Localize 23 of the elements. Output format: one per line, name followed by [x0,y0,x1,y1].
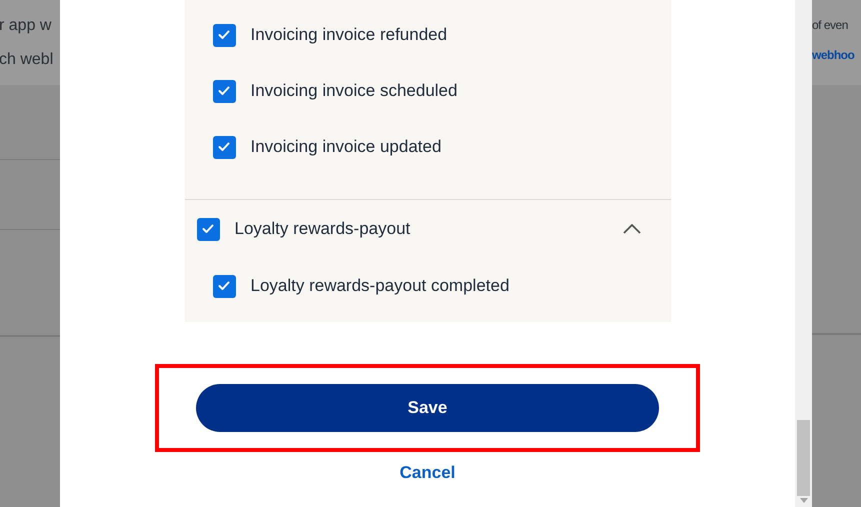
checkmark-icon [218,30,230,40]
scrollbar-thumb[interactable] [797,420,810,496]
checkbox[interactable] [212,80,236,102]
checkbox[interactable] [212,24,236,46]
event-group-label: Loyalty rewards-payout [234,218,412,240]
background-text: ch webl [0,50,54,70]
event-label: Invoicing invoice updated [250,136,442,158]
scrollbar[interactable] [795,0,812,507]
checkmark-icon [218,281,230,291]
save-button[interactable]: Save [196,384,659,432]
event-label: Invoicing invoice refunded [250,24,448,46]
checkmark-icon [202,224,214,234]
event-label: Invoicing invoice scheduled [250,80,458,102]
checkbox[interactable] [196,218,220,240]
background-text: r app w [0,16,52,36]
cancel-link[interactable]: Cancel [400,460,456,486]
checkbox[interactable] [212,274,236,298]
chevron-up-icon[interactable] [622,224,640,234]
event-label: Loyalty rewards-payout completed [250,275,510,298]
checkmark-icon [218,142,230,152]
background-text: of even [812,17,848,34]
checkbox[interactable] [212,136,236,158]
checkmark-icon [218,86,230,96]
